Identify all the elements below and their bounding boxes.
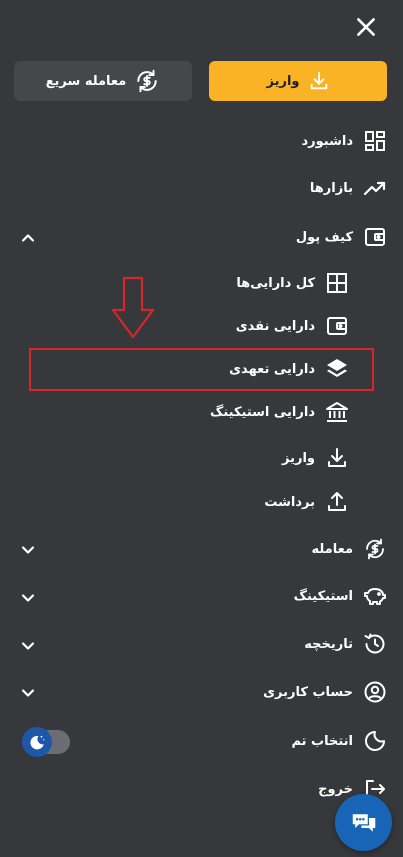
- user-circle-icon: [364, 681, 386, 703]
- menu-item-logout-label: خروج: [318, 781, 353, 797]
- layers-icon: [327, 359, 347, 377]
- menu-item-dashboard-label: داشبورد: [301, 133, 353, 149]
- menu-item-trade[interactable]: معامله: [311, 534, 387, 564]
- account-expand-toggle[interactable]: [18, 683, 38, 703]
- wallet-item-committed-assets-label: دارایی تعهدی: [229, 361, 315, 377]
- chevron-down-icon: [21, 642, 35, 650]
- wallet-item-cash-assets[interactable]: دارایی نقدی: [236, 311, 349, 341]
- dashboard-icon: [365, 131, 385, 151]
- download-icon: [310, 71, 327, 90]
- staking-expand-toggle[interactable]: [18, 588, 38, 608]
- wallet-item-cash-assets-label: دارایی نقدی: [235, 318, 315, 334]
- grid-icon: [327, 273, 347, 293]
- menu-item-trade-label: معامله: [311, 541, 353, 557]
- chat-support-button[interactable]: [335, 794, 392, 851]
- close-button[interactable]: [353, 14, 379, 40]
- history-icon: [364, 633, 385, 654]
- wallet-item-withdraw[interactable]: برداشت: [264, 487, 349, 517]
- menu-item-staking[interactable]: استیکینگ: [294, 581, 387, 611]
- menu-item-theme-label: انتخاب تم: [291, 733, 353, 749]
- quick-trade-button-label: معامله سریع: [45, 73, 127, 89]
- down-arrow-annotation-icon: [111, 276, 155, 339]
- upload-icon: [328, 492, 346, 511]
- wallet-item-staking-assets[interactable]: دارایی استیکینگ: [210, 397, 349, 427]
- menu-item-history[interactable]: تاریخچه: [304, 629, 387, 659]
- moon-icon: [365, 731, 385, 751]
- piggy-bank-icon: [364, 588, 386, 605]
- wallet-icon: [365, 228, 385, 246]
- quick-trade-button[interactable]: معامله سریع: [14, 61, 192, 101]
- deposit-button[interactable]: واریز: [209, 61, 387, 101]
- deposit-button-label: واریز: [266, 73, 300, 89]
- history-expand-toggle[interactable]: [18, 636, 38, 656]
- theme-toggle[interactable]: [22, 727, 70, 757]
- menu-item-theme[interactable]: انتخاب تم: [291, 726, 387, 756]
- chevron-down-icon: [21, 594, 35, 602]
- wallet-item-all-assets-label: کل دارایی‌ها: [236, 275, 315, 291]
- menu-item-wallet-label: کیف پول: [295, 229, 353, 245]
- menu-item-history-label: تاریخچه: [304, 636, 353, 652]
- menu-item-wallet[interactable]: کیف پول: [296, 222, 387, 252]
- chat-icon: [352, 813, 375, 832]
- wallet-item-committed-assets[interactable]: دارایی تعهدی: [229, 354, 349, 384]
- wallet-collapse-toggle[interactable]: [18, 228, 38, 248]
- trade-expand-toggle[interactable]: [18, 540, 38, 560]
- moon-stars-icon: [30, 735, 45, 750]
- download-icon: [328, 448, 346, 467]
- menu-item-staking-label: استیکینگ: [293, 588, 353, 604]
- chevron-up-icon: [21, 234, 35, 242]
- exchange-dollar-icon: [137, 69, 157, 93]
- wallet-item-deposit[interactable]: واریز: [282, 443, 349, 473]
- chevron-down-icon: [21, 689, 35, 697]
- wallet-item-all-assets[interactable]: کل دارایی‌ها: [236, 268, 349, 298]
- exchange-dollar-icon: [366, 538, 384, 560]
- wallet-item-staking-assets-label: دارایی استیکینگ: [210, 404, 315, 420]
- bank-icon: [326, 402, 348, 422]
- menu-item-dashboard[interactable]: داشبورد: [301, 126, 387, 156]
- wallet-icon: [327, 317, 347, 335]
- menu-item-markets-label: بازارها: [309, 180, 353, 196]
- menu-item-account[interactable]: حساب کاربری: [263, 677, 387, 707]
- trending-up-icon: [363, 181, 386, 196]
- menu-item-markets[interactable]: بازارها: [310, 173, 387, 203]
- close-icon: [357, 18, 375, 36]
- chevron-down-icon: [21, 546, 35, 554]
- wallet-item-deposit-label: واریز: [282, 450, 315, 466]
- wallet-item-withdraw-label: برداشت: [264, 494, 315, 510]
- theme-toggle-knob: [22, 727, 52, 757]
- menu-item-account-label: حساب کاربری: [263, 684, 353, 700]
